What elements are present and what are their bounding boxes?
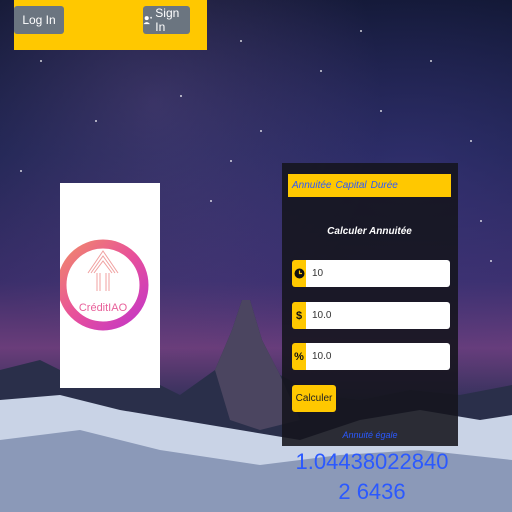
tab-annuitee[interactable]: Annuitée	[292, 180, 331, 191]
result-value: 1.044380228402 6436	[295, 449, 449, 504]
capital-field: $	[292, 302, 450, 329]
user-plus-icon	[143, 16, 153, 25]
dollar-icon: $	[292, 302, 306, 329]
creditiao-logo: CréditIAO	[60, 239, 149, 331]
login-button[interactable]: Log In	[14, 6, 64, 34]
clock-icon	[292, 260, 306, 287]
signin-button[interactable]: Sign In	[143, 6, 190, 34]
signin-label: Sign In	[155, 6, 180, 34]
calculate-button[interactable]: Calculer	[292, 385, 336, 412]
rate-input[interactable]	[306, 343, 450, 370]
tab-duree[interactable]: Durée	[371, 180, 398, 191]
rate-field: %	[292, 343, 450, 370]
logo-text: CréditIAO	[79, 302, 128, 314]
calculate-label: Calculer	[295, 393, 333, 404]
capital-input[interactable]	[306, 302, 450, 329]
login-label: Log In	[22, 13, 56, 27]
result-label: Annuité égale	[342, 430, 398, 440]
duration-input[interactable]	[306, 260, 450, 287]
percent-icon: %	[292, 343, 306, 370]
duration-field	[292, 260, 450, 287]
tab-capital[interactable]: Capital	[335, 180, 366, 191]
form-title: Calculer Annuitée	[327, 226, 412, 237]
logo-card: CréditIAO	[60, 183, 160, 388]
tab-bar: Annuitée Capital Durée	[288, 174, 451, 197]
